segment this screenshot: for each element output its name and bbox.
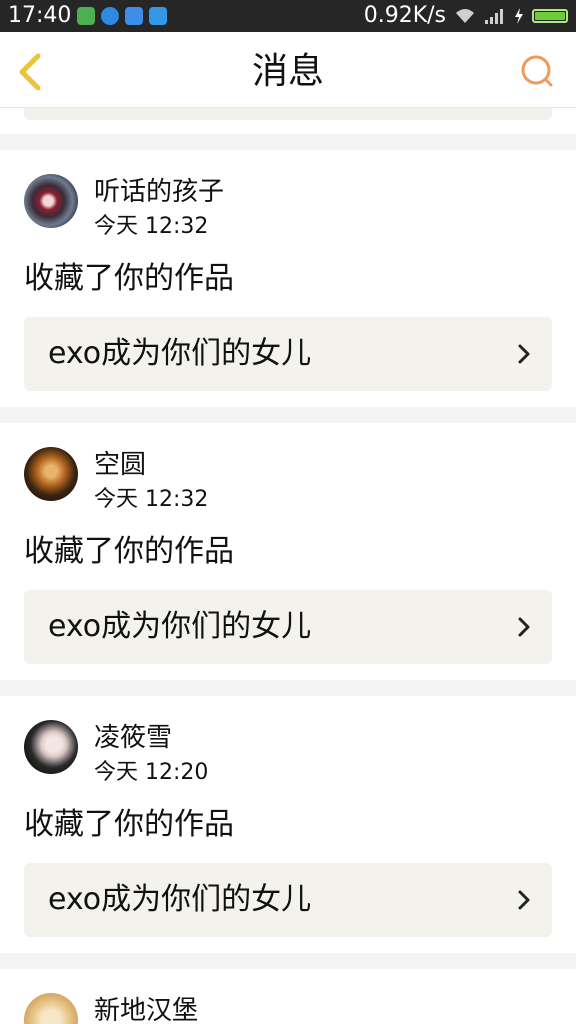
message-card[interactable]: 听话的孩子 今天 12:32 收藏了你的作品 exo成为你们的女儿	[0, 150, 576, 407]
action-text: 收藏了你的作品	[24, 807, 234, 842]
charging-icon	[515, 8, 523, 24]
status-time: 17:40	[8, 3, 72, 28]
status-right: 0.92K/s	[364, 3, 568, 29]
avatar[interactable]	[24, 447, 78, 501]
avatar[interactable]	[24, 720, 78, 774]
nav-bar: 消息	[0, 32, 576, 108]
work-title: exo成为你们的女儿	[48, 336, 312, 371]
user-name[interactable]: 空圆	[94, 449, 146, 481]
work-title: exo成为你们的女儿	[48, 882, 312, 917]
previous-card-fragment	[0, 108, 576, 134]
message-time: 今天 12:32	[94, 214, 209, 239]
avatar[interactable]	[24, 993, 78, 1024]
signal-app-icon	[149, 7, 168, 25]
message-card[interactable]: 凌筱雪 今天 12:20 收藏了你的作品 exo成为你们的女儿	[0, 696, 576, 953]
user-name[interactable]: 新地汉堡	[94, 995, 198, 1024]
message-card[interactable]: 新地汉堡	[0, 969, 576, 1024]
chevron-right-icon	[518, 344, 530, 364]
app-icon	[77, 7, 96, 25]
status-left: 17:40	[8, 3, 168, 29]
message-card[interactable]: 空圆 今天 12:32 收藏了你的作品 exo成为你们的女儿	[0, 423, 576, 680]
work-link[interactable]: exo成为你们的女儿	[24, 590, 552, 664]
action-text: 收藏了你的作品	[24, 261, 234, 296]
message-time: 今天 12:32	[94, 487, 209, 512]
net-speed: 0.92K/s	[363, 3, 446, 28]
chevron-right-icon	[518, 890, 530, 910]
action-text: 收藏了你的作品	[24, 534, 234, 569]
chevron-right-icon	[518, 617, 530, 637]
battery-icon	[532, 9, 568, 23]
wifi-icon	[456, 9, 474, 23]
cell-signal-icon	[485, 9, 503, 24]
previous-work-link-fragment	[24, 108, 552, 120]
page-title: 消息	[251, 51, 324, 92]
work-title: exo成为你们的女儿	[48, 609, 312, 644]
avatar[interactable]	[24, 174, 78, 228]
battery-fill	[535, 12, 565, 20]
status-bar: 17:40 0.92K/s	[0, 0, 576, 32]
user-name[interactable]: 听话的孩子	[94, 176, 224, 208]
user-name[interactable]: 凌筱雪	[94, 722, 172, 754]
work-link[interactable]: exo成为你们的女儿	[24, 317, 552, 391]
search-icon[interactable]	[520, 54, 554, 88]
message-list[interactable]: 听话的孩子 今天 12:32 收藏了你的作品 exo成为你们的女儿 空圆 今天 …	[0, 108, 576, 1024]
shield-icon	[125, 7, 144, 25]
work-link[interactable]: exo成为你们的女儿	[24, 863, 552, 937]
k-icon	[101, 7, 120, 25]
message-time: 今天 12:20	[94, 760, 209, 785]
